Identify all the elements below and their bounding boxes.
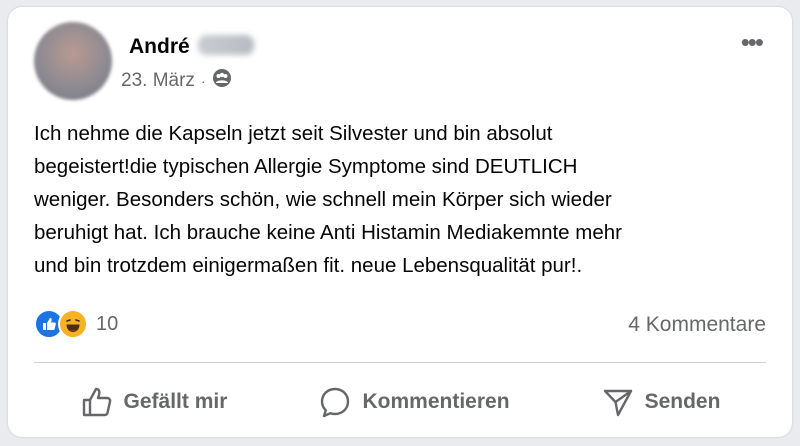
like-button-label: Gefällt mir — [123, 390, 228, 413]
reaction-count: 10 — [96, 312, 119, 335]
author-name[interactable]: André — [129, 35, 254, 59]
post-meta: 23. März · — [121, 68, 232, 94]
reactions-summary[interactable]: 10 — [34, 309, 118, 339]
send-icon — [601, 385, 635, 419]
friends-icon[interactable] — [212, 68, 232, 94]
divider — [34, 362, 766, 363]
more-options-icon[interactable]: ••• — [741, 29, 764, 55]
meta-separator: · — [200, 73, 206, 89]
avatar[interactable] — [34, 22, 112, 100]
send-button[interactable]: Senden — [587, 379, 735, 425]
post-body: Ich nehme die Kapseln jetzt seit Silvest… — [34, 122, 622, 277]
comment-button[interactable]: Kommentieren — [304, 379, 523, 425]
post-card: André 23. März · ••• Ich nehme die Kapse… — [8, 7, 792, 437]
haha-reaction-icon — [58, 309, 88, 339]
send-button-label: Senden — [644, 390, 721, 413]
post-date[interactable]: 23. März — [121, 70, 195, 92]
thumbs-up-icon — [80, 385, 114, 419]
comment-button-label: Kommentieren — [362, 390, 510, 413]
action-bar: Gefällt mir Kommentieren Senden — [34, 377, 766, 427]
comment-bubble-icon — [318, 385, 352, 419]
author-first-name[interactable]: André — [129, 35, 190, 58]
like-button[interactable]: Gefällt mir — [66, 379, 242, 425]
comment-count-link[interactable]: 4 Kommentare — [628, 313, 766, 337]
blurred-last-name — [197, 35, 254, 55]
